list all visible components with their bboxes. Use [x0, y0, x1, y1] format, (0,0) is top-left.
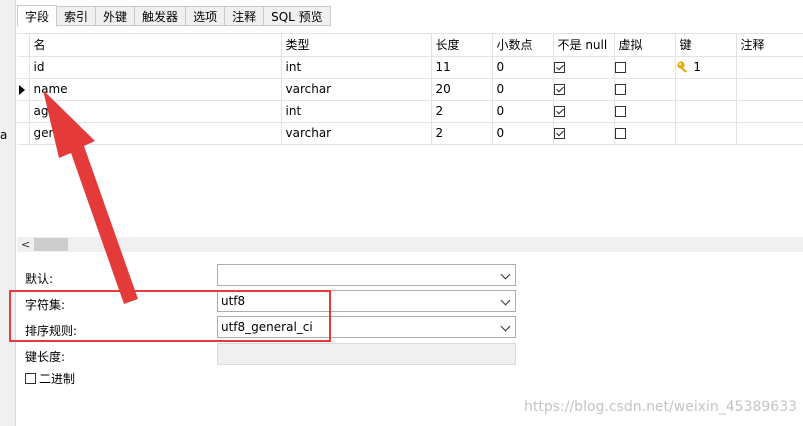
row-indicator — [17, 56, 30, 79]
virtual-cell — [614, 78, 676, 101]
tab-bar: 字段 索引 外键 触发器 选项 注释 SQL 预览 — [17, 5, 331, 27]
fields-grid: 名 类型 长度 小数点 不是 null 虚拟 键 注释 id int 11 0 — [17, 33, 803, 145]
grid-header-row: 名 类型 长度 小数点 不是 null 虚拟 键 注释 — [17, 34, 803, 57]
chevron-down-icon[interactable] — [500, 295, 511, 306]
watermark-text: https://blog.csdn.net/weixin_45389633 — [524, 399, 798, 415]
chevron-down-icon[interactable] — [500, 321, 511, 332]
key-length-field — [217, 343, 516, 365]
field-decimal-cell[interactable]: 0 — [492, 78, 554, 101]
column-header-decimal[interactable]: 小数点 — [492, 34, 554, 57]
field-name-cell[interactable]: gender — [29, 122, 282, 145]
virtual-cell — [614, 122, 676, 145]
row-indicator-header — [17, 34, 30, 57]
field-comment-cell[interactable] — [736, 78, 803, 101]
field-name-cell[interactable]: id — [29, 56, 282, 79]
field-comment-cell[interactable] — [736, 56, 803, 79]
virtual-checkbox[interactable] — [614, 62, 626, 73]
field-length-cell[interactable]: 2 — [431, 100, 493, 123]
tab-comment[interactable]: 注释 — [225, 6, 265, 26]
chevron-down-icon[interactable] — [500, 269, 511, 280]
column-header-name[interactable]: 名 — [29, 34, 282, 57]
field-decimal-cell[interactable]: 0 — [492, 100, 554, 123]
field-type-cell[interactable]: int — [281, 100, 432, 123]
key-cell[interactable] — [675, 122, 737, 145]
scroll-left-icon[interactable]: < — [21, 238, 30, 251]
field-length-cell[interactable]: 20 — [431, 78, 493, 101]
key-cell[interactable] — [675, 100, 737, 123]
collation-value: utf8_general_ci — [221, 320, 313, 334]
field-type-cell[interactable]: int — [281, 56, 432, 79]
virtual-checkbox[interactable] — [614, 84, 626, 95]
left-panel-text-fragment: a — [0, 128, 8, 142]
column-header-not-null[interactable]: 不是 null — [553, 34, 615, 57]
column-header-type[interactable]: 类型 — [281, 34, 432, 57]
tab-foreign-keys[interactable]: 外键 — [96, 6, 136, 26]
not-null-checkbox[interactable] — [553, 84, 565, 95]
key-icon — [676, 61, 687, 73]
key-cell[interactable]: 1 — [675, 56, 737, 79]
tab-indexes[interactable]: 索引 — [57, 6, 97, 26]
column-header-virtual[interactable]: 虚拟 — [614, 34, 676, 57]
table-row[interactable]: name varchar 20 0 — [17, 78, 803, 101]
table-row[interactable]: id int 11 0 1 — [17, 56, 803, 79]
row-indicator — [17, 122, 30, 145]
field-comment-cell[interactable] — [736, 100, 803, 123]
table-row[interactable]: ag int 2 0 — [17, 100, 803, 123]
not-null-checkbox[interactable] — [553, 106, 565, 117]
field-type-cell[interactable]: varchar — [281, 122, 432, 145]
charset-value: utf8 — [221, 294, 246, 308]
not-null-cell — [553, 100, 615, 123]
scrollbar-thumb[interactable] — [34, 238, 68, 251]
tab-options[interactable]: 选项 — [186, 6, 226, 26]
not-null-cell — [553, 78, 615, 101]
horizontal-scrollbar[interactable]: < — [17, 237, 803, 252]
row-indicator — [17, 100, 30, 123]
key-length-label: 键长度: — [25, 350, 66, 364]
tab-triggers[interactable]: 触发器 — [135, 6, 187, 26]
left-panel-strip: a — [0, 0, 16, 426]
default-combobox[interactable] — [217, 264, 516, 286]
field-comment-cell[interactable] — [736, 122, 803, 145]
not-null-checkbox[interactable] — [553, 128, 565, 139]
tab-fields[interactable]: 字段 — [17, 5, 58, 27]
collation-label: 排序规则: — [25, 324, 78, 338]
column-header-length[interactable]: 长度 — [431, 34, 493, 57]
tab-sql-preview[interactable]: SQL 预览 — [264, 6, 331, 26]
binary-option[interactable]: 二进制 — [25, 370, 75, 387]
key-order: 1 — [693, 59, 701, 74]
default-label: 默认: — [25, 272, 54, 286]
binary-checkbox[interactable] — [25, 373, 36, 384]
not-null-cell — [553, 122, 615, 145]
not-null-cell — [553, 56, 615, 79]
virtual-checkbox[interactable] — [614, 128, 626, 139]
field-length-cell[interactable]: 11 — [431, 56, 493, 79]
charset-combobox[interactable]: utf8 — [217, 290, 516, 312]
virtual-checkbox[interactable] — [614, 106, 626, 117]
field-name-cell[interactable]: ag — [29, 100, 282, 123]
column-header-key[interactable]: 键 — [675, 34, 737, 57]
field-decimal-cell[interactable]: 0 — [492, 56, 554, 79]
not-null-checkbox[interactable] — [553, 62, 565, 73]
field-decimal-cell[interactable]: 0 — [492, 122, 554, 145]
charset-label: 字符集: — [25, 298, 66, 312]
binary-label: 二进制 — [39, 372, 76, 386]
column-header-comment[interactable]: 注释 — [736, 34, 803, 57]
table-row[interactable]: gender varchar 2 0 — [17, 122, 803, 145]
virtual-cell — [614, 100, 676, 123]
field-length-cell[interactable]: 2 — [431, 122, 493, 145]
row-indicator — [17, 78, 30, 101]
virtual-cell — [614, 56, 676, 79]
collation-combobox[interactable]: utf8_general_ci — [217, 316, 516, 338]
field-name-cell[interactable]: name — [29, 78, 282, 101]
key-cell[interactable] — [675, 78, 737, 101]
field-type-cell[interactable]: varchar — [281, 78, 432, 101]
current-row-arrow-icon — [19, 84, 25, 95]
